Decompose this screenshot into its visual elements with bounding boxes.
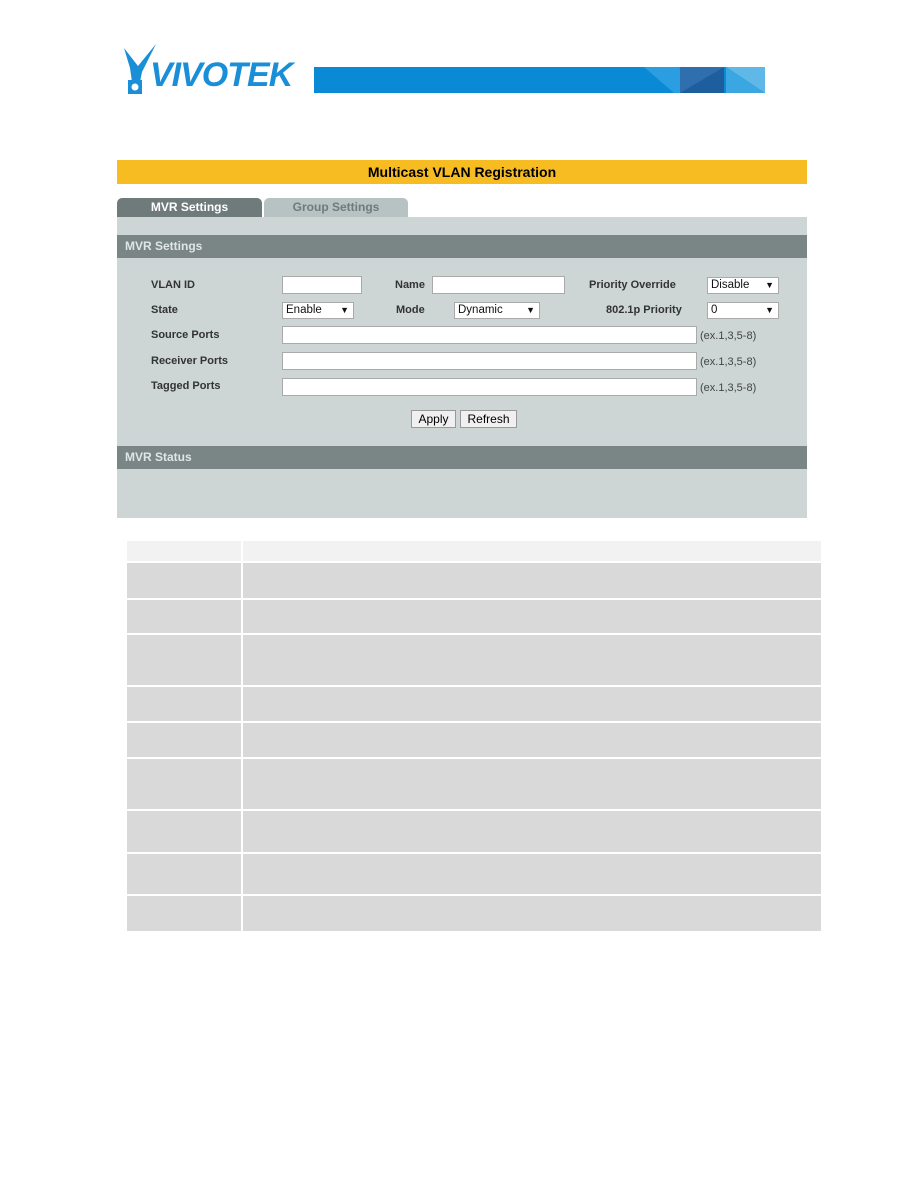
mode-label: Mode [396, 304, 425, 316]
source-ports-label: Source Ports [151, 329, 220, 341]
description-table [125, 539, 823, 933]
dropdown-arrow-icon: ▼ [765, 280, 774, 290]
mvr-status-header: MVR Status [117, 446, 807, 469]
dropdown-arrow-icon: ▼ [340, 305, 349, 315]
dropdown-arrow-icon: ▼ [526, 305, 535, 315]
receiver-ports-input[interactable] [282, 352, 697, 370]
table-row [125, 757, 823, 811]
table-row [125, 721, 823, 759]
apply-button[interactable]: Apply [411, 410, 456, 428]
header-banner [314, 67, 765, 93]
priority-override-label: Priority Override [589, 279, 676, 291]
priority-override-select[interactable]: Disable ▼ [707, 277, 779, 294]
vlan-id-label: VLAN ID [151, 279, 195, 291]
table-row [125, 633, 823, 687]
table-row [125, 561, 823, 600]
8021p-priority-label: 802.1p Priority [606, 304, 682, 316]
tab-mvr-settings[interactable]: MVR Settings [117, 198, 262, 217]
vlan-id-input[interactable] [282, 276, 362, 294]
tagged-ports-hint: (ex.1,3,5-8) [700, 382, 757, 394]
name-label: Name [395, 279, 425, 291]
dropdown-arrow-icon: ▼ [765, 305, 774, 315]
table-row [125, 809, 823, 854]
logo-text: VIVOTEK [150, 56, 293, 94]
refresh-button[interactable]: Refresh [460, 410, 517, 428]
tagged-ports-input[interactable] [282, 378, 697, 396]
table-row [125, 598, 823, 635]
mode-select[interactable]: Dynamic ▼ [454, 302, 540, 319]
table-row [125, 852, 823, 896]
state-value: Enable [286, 304, 322, 316]
receiver-ports-hint: (ex.1,3,5-8) [700, 356, 757, 368]
mvr-settings-header: MVR Settings [117, 235, 807, 258]
name-input[interactable] [432, 276, 565, 294]
state-label: State [151, 304, 178, 316]
table-row [125, 685, 823, 723]
source-ports-hint: (ex.1,3,5-8) [700, 330, 757, 342]
tab-group-settings[interactable]: Group Settings [264, 198, 408, 217]
8021p-priority-value: 0 [711, 304, 718, 316]
receiver-ports-label: Receiver Ports [151, 355, 229, 367]
8021p-priority-select[interactable]: 0 ▼ [707, 302, 779, 319]
tagged-ports-label: Tagged Ports [151, 380, 221, 392]
source-ports-input[interactable] [282, 326, 697, 344]
table-header-row [125, 539, 823, 563]
mode-value: Dynamic [458, 304, 503, 316]
vivotek-logo: VIVOTEK [120, 42, 310, 98]
priority-override-value: Disable [711, 279, 750, 291]
table-row [125, 894, 823, 933]
state-select[interactable]: Enable ▼ [282, 302, 354, 319]
page-title: Multicast VLAN Registration [117, 160, 807, 184]
